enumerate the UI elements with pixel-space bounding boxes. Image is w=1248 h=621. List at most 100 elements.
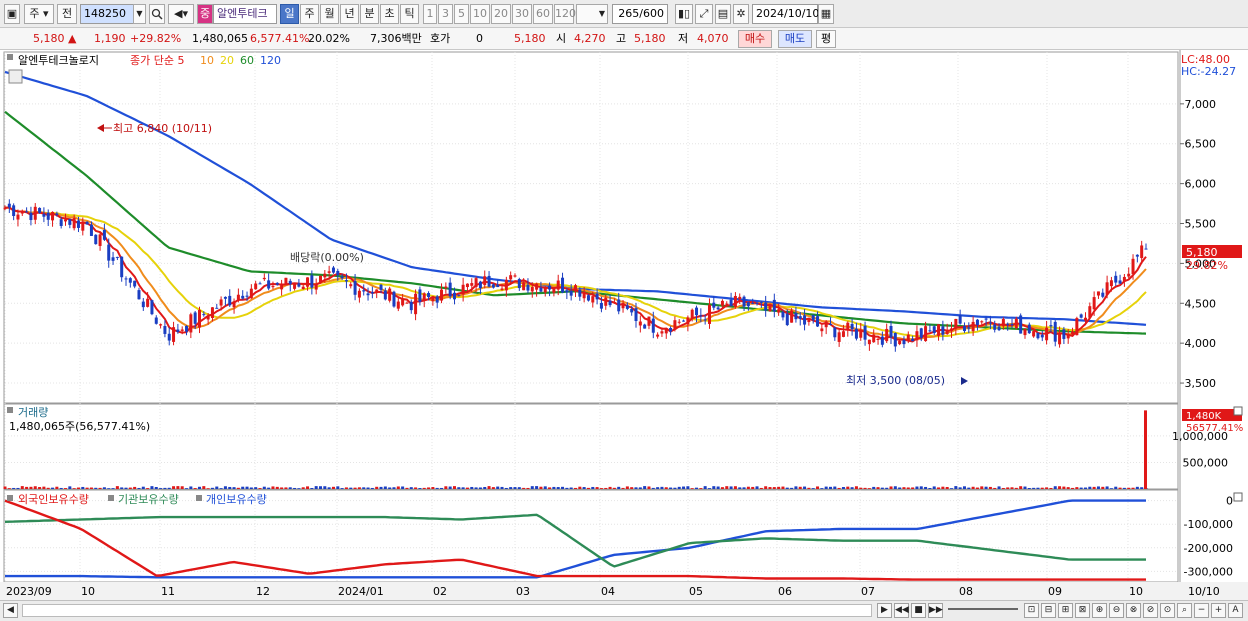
eval-button[interactable]: 평 (816, 30, 836, 48)
interval-1[interactable]: 1 (423, 4, 437, 24)
volume-bar (716, 486, 720, 489)
interval-dropdown[interactable]: ▼ (576, 4, 608, 24)
candle-body (785, 313, 789, 326)
tool-icon-7[interactable]: ⊗ (1126, 603, 1141, 618)
candle-body (478, 281, 482, 289)
candle-body (561, 277, 565, 293)
interval-120[interactable]: 120 (554, 4, 576, 24)
volume-bar (997, 486, 1001, 489)
save-icon[interactable]: ▤ (715, 4, 731, 24)
interval-20[interactable]: 20 (491, 4, 511, 24)
zoom-out-icon[interactable]: − (1194, 603, 1209, 618)
volume-bar (828, 486, 832, 489)
candle-body (854, 328, 858, 339)
volume-bar (582, 487, 586, 489)
rewind-icon[interactable]: ◀◀ (894, 603, 909, 618)
search-icon[interactable] (149, 4, 165, 24)
volume-bar (98, 487, 102, 489)
tab-month[interactable]: 월 (320, 4, 339, 24)
interval-30[interactable]: 30 (512, 4, 532, 24)
candle-body (859, 330, 863, 338)
low-price: 4,070 (697, 32, 729, 45)
tab-day[interactable]: 일 (280, 4, 299, 24)
play-icon[interactable]: ▶▶ (928, 603, 943, 618)
tool-icon-9[interactable]: ⊙ (1160, 603, 1175, 618)
zoom-search-icon[interactable]: ⌕ (1177, 603, 1192, 618)
volume-close-icon[interactable] (1233, 406, 1243, 416)
scroll-track[interactable] (22, 604, 872, 617)
candle-body (656, 334, 660, 337)
cross-line-icon[interactable]: ⤢ (695, 4, 713, 24)
tool-icon-2[interactable]: ⊟ (1041, 603, 1056, 618)
zoom-slider[interactable] (948, 608, 1018, 610)
period-type-select[interactable]: 주 ▾ (24, 4, 54, 24)
calendar-icon[interactable]: ▦ (818, 4, 834, 24)
candle-body (167, 333, 171, 341)
volume-bar (738, 487, 742, 489)
price-change-pct: +29.82% (130, 32, 182, 45)
gear-icon[interactable]: ✲ (733, 4, 749, 24)
candle-body (1040, 334, 1044, 338)
window-icon[interactable]: ▣ (4, 4, 20, 24)
buy-button[interactable]: 매수 (738, 30, 772, 48)
tool-icon-5[interactable]: ⊕ (1092, 603, 1107, 618)
price-change: 1,190 (94, 32, 126, 45)
tab-second[interactable]: 초 (380, 4, 399, 24)
volume-bar (206, 488, 210, 489)
font-size-icon[interactable]: A (1228, 603, 1243, 618)
candle-body (150, 300, 154, 315)
interval-60[interactable]: 60 (533, 4, 553, 24)
prev-button[interactable]: 전 (57, 4, 77, 24)
table-icon[interactable] (8, 69, 23, 84)
volume-bar (733, 486, 737, 489)
candle-body (465, 283, 469, 288)
volume-bar (271, 486, 275, 489)
volume-bar (599, 488, 603, 489)
date-field[interactable]: 2024/10/10 (752, 4, 819, 24)
volume-bar (176, 486, 180, 489)
candle-body (941, 326, 945, 335)
candle-body (3, 207, 7, 210)
candle-icon[interactable]: ▮▯ (675, 4, 693, 24)
sell-button[interactable]: 매도 (778, 30, 812, 48)
tab-minute[interactable]: 분 (360, 4, 379, 24)
up-arrow-icon: ▲ (68, 32, 77, 45)
volume-bar (902, 487, 906, 489)
stock-chart[interactable]: 7,0006,5006,0005,5005,0004,5004,0003,500… (0, 50, 1248, 600)
holdings-close-icon[interactable] (1233, 492, 1243, 502)
volume-bar (461, 487, 465, 489)
volume-bar (893, 486, 897, 489)
tool-icon-4[interactable]: ⊠ (1075, 603, 1090, 618)
candle-body (803, 315, 807, 325)
scroll-right-icon[interactable]: ▶ (877, 603, 892, 618)
tab-week[interactable]: 주 (300, 4, 319, 24)
speaker-icon[interactable]: ◀▾ (168, 4, 194, 24)
interval-10[interactable]: 10 (470, 4, 490, 24)
volume-bar (1036, 487, 1040, 489)
candle-body (215, 307, 219, 309)
volume-bar (673, 487, 677, 489)
tab-tick[interactable]: 틱 (400, 4, 419, 24)
candle-body (496, 284, 500, 288)
stop-icon[interactable]: ■ (911, 603, 926, 618)
volume-bar (911, 487, 915, 489)
tool-icon-3[interactable]: ⊞ (1058, 603, 1073, 618)
scroll-left-icon[interactable]: ◀ (3, 603, 18, 618)
candle-body (1105, 282, 1109, 295)
count-field[interactable]: 265/600 (612, 4, 668, 24)
candle-body (25, 211, 29, 213)
volume-bar (388, 487, 392, 489)
candle-body (340, 276, 344, 279)
tool-icon-6[interactable]: ⊖ (1109, 603, 1124, 618)
candle-body (1036, 332, 1040, 339)
volume-bar (591, 486, 595, 489)
interval-3[interactable]: 3 (438, 4, 453, 24)
tool-icon-1[interactable]: ⊡ (1024, 603, 1039, 618)
tab-year[interactable]: 년 (340, 4, 359, 24)
candle-body (824, 321, 828, 328)
volume-bar (167, 487, 171, 489)
tool-icon-8[interactable]: ⊘ (1143, 603, 1158, 618)
code-dropdown-icon[interactable]: ▼ (133, 4, 146, 24)
interval-5[interactable]: 5 (454, 4, 469, 24)
zoom-in-icon[interactable]: + (1211, 603, 1226, 618)
